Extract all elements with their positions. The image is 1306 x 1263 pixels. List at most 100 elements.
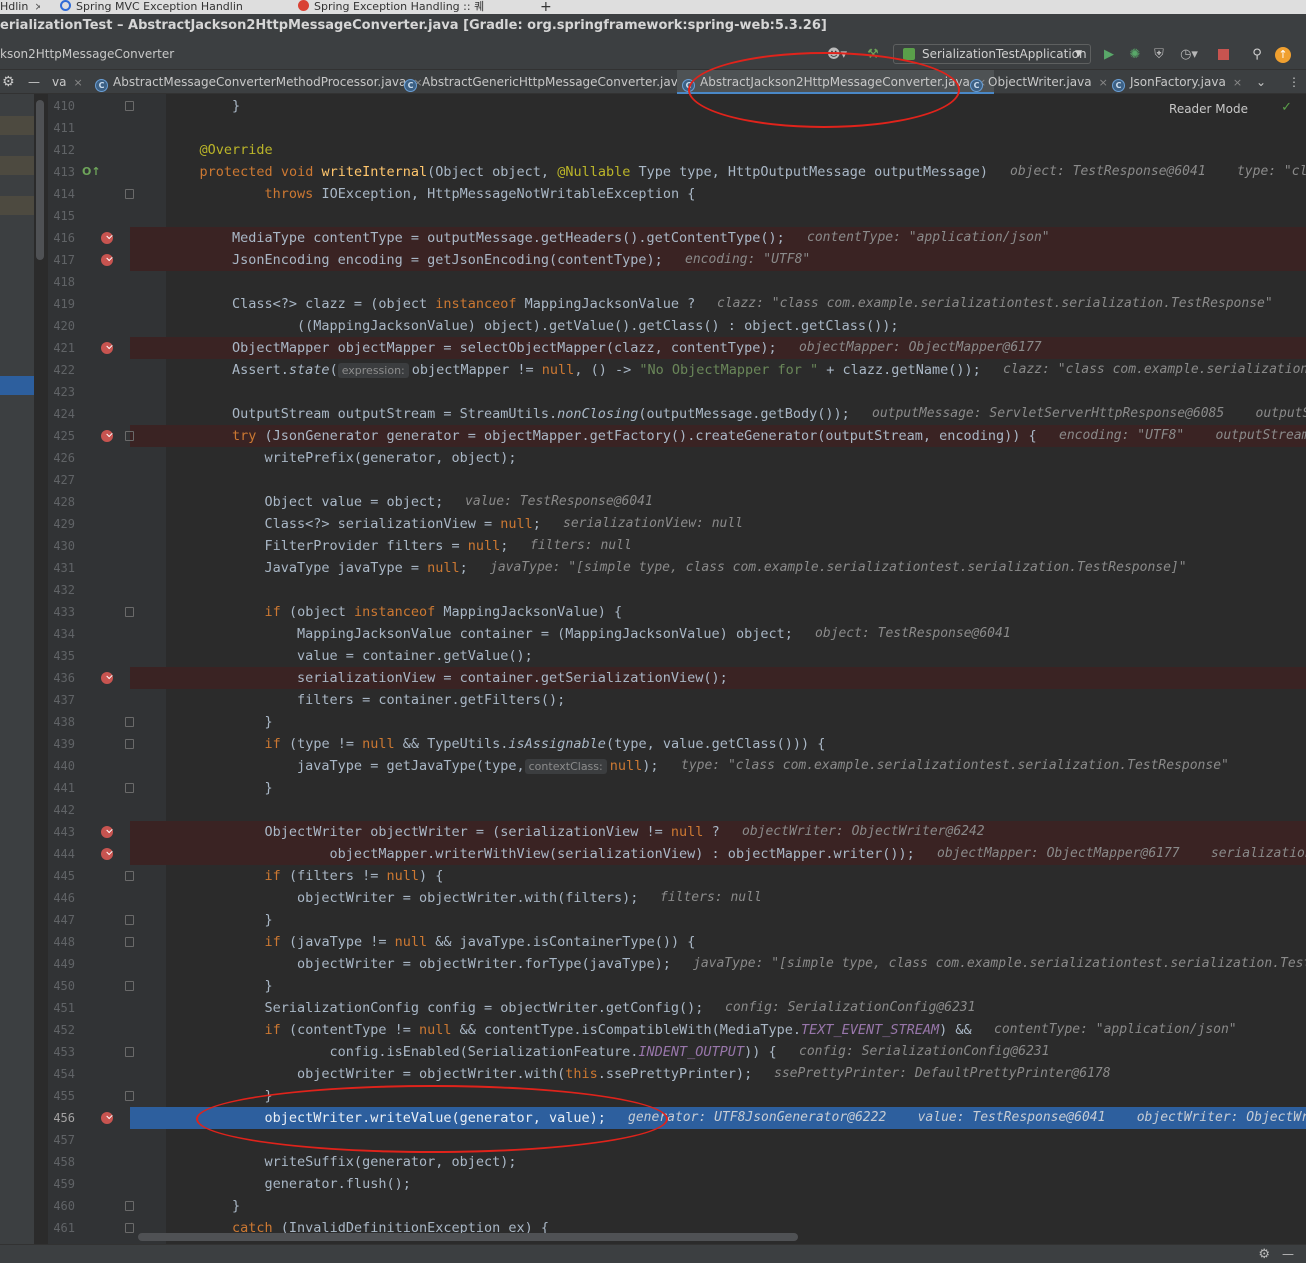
fold-icon[interactable] [125,431,134,441]
fold-icon[interactable] [125,1201,134,1211]
fold-icon[interactable] [125,739,134,749]
line-number[interactable]: 453 [48,1041,75,1063]
code-line[interactable]: 412 @Override [48,139,1306,161]
fold-icon[interactable] [125,937,134,947]
code-line[interactable]: 433 if (object instanceof MappingJackson… [48,601,1306,623]
code-line[interactable]: 434 MappingJacksonValue container = (Map… [48,623,1306,645]
line-number[interactable]: 458 [48,1151,75,1173]
line-number[interactable]: 417 [48,249,75,271]
code-line[interactable]: 458 writeSuffix(generator, object); [48,1151,1306,1173]
line-number[interactable]: 440 [48,755,75,777]
fold-icon[interactable] [125,1091,134,1101]
code-line[interactable]: 431 JavaType javaType = null; javaType: "… [48,557,1306,579]
horizontal-scrollbar[interactable] [138,1233,798,1241]
user-icon[interactable]: ☻▾ [823,46,851,64]
code-line[interactable]: 426 writePrefix(generator, object); [48,447,1306,469]
line-number[interactable]: 454 [48,1063,75,1085]
fold-icon[interactable] [125,981,134,991]
line-number[interactable]: 429 [48,513,75,535]
code-line[interactable]: 414 throws IOException, HttpMessageNotWr… [48,183,1306,205]
line-number[interactable]: 410 [48,95,75,117]
code-line[interactable]: 445 if (filters != null) { [48,865,1306,887]
code-line[interactable]: 427 [48,469,1306,491]
breadcrumb[interactable]: kson2HttpMessageConverter [0,47,174,61]
breakpoint-icon[interactable] [101,254,113,266]
close-icon[interactable]: × [1099,76,1108,89]
code-line[interactable]: 441 } [48,777,1306,799]
code-line[interactable]: 410 } [48,95,1306,117]
line-number[interactable]: 424 [48,403,75,425]
run-icon[interactable]: ▶ [1100,46,1118,64]
line-number[interactable]: 428 [48,491,75,513]
code-line[interactable]: 453 config.isEnabled(SerializationFeatur… [48,1041,1306,1063]
line-number[interactable]: 422 [48,359,75,381]
line-number[interactable]: 420 [48,315,75,337]
line-number[interactable]: 455 [48,1085,75,1107]
override-icon[interactable]: O↑ [82,165,101,178]
line-number[interactable]: 421 [48,337,75,359]
code-line[interactable]: 422 Assert.state(expression: objectMapper… [48,359,1306,381]
code-line[interactable]: 456 objectWriter.writeValue(generator, v… [48,1107,1306,1129]
code-line[interactable]: 454 objectWriter = objectWriter.with(thi… [48,1063,1306,1085]
minimize-icon[interactable]: — [28,70,42,94]
code-line[interactable]: 447 } [48,909,1306,931]
code-line[interactable]: 442 [48,799,1306,821]
code-line[interactable]: 449 objectWriter = objectWriter.forType(… [48,953,1306,975]
code-line[interactable]: 425 try (JsonGenerator generator = objec… [48,425,1306,447]
code-line[interactable]: 428 Object value = object; value: TestRes… [48,491,1306,513]
more-icon[interactable]: ⋮ [1288,70,1300,94]
tab-object-writer[interactable]: C ObjectWriter.java × [970,70,1108,94]
line-number[interactable]: 438 [48,711,75,733]
chevron-down-icon[interactable]: ⌄ [1256,70,1270,94]
browser-tab[interactable]: Hdlin × [0,0,40,14]
tab-json-factory[interactable]: C JsonFactory.java × [1112,70,1242,94]
breakpoint-icon[interactable] [101,826,113,838]
close-icon[interactable]: × [73,76,82,89]
code-line[interactable]: 452 if (contentType != null && contentTy… [48,1019,1306,1041]
code-line[interactable]: 416 MediaType contentType = outputMessag… [48,227,1306,249]
code-line[interactable]: 443 ObjectWriter objectWriter = (seriali… [48,821,1306,843]
new-tab-icon[interactable]: + [540,0,554,14]
breakpoint-icon[interactable] [101,342,113,354]
tab-va[interactable]: va × [52,70,83,94]
code-line[interactable]: 424 OutputStream outputStream = StreamUt… [48,403,1306,425]
code-line[interactable]: 435 value = container.getValue(); [48,645,1306,667]
fold-icon[interactable] [125,871,134,881]
browser-tab[interactable]: Spring MVC Exception Handlin [60,0,290,14]
coverage-icon[interactable]: ⛨ [1150,46,1168,64]
line-number[interactable]: 427 [48,469,75,491]
fold-icon[interactable] [125,1047,134,1057]
line-number[interactable]: 460 [48,1195,75,1217]
code-line[interactable]: 455 } [48,1085,1306,1107]
code-line[interactable]: 451 SerializationConfig config = objectW… [48,997,1306,1019]
breakpoint-icon[interactable] [101,1112,113,1124]
line-number[interactable]: 444 [48,843,75,865]
code-line[interactable]: 438 } [48,711,1306,733]
fold-icon[interactable] [125,783,134,793]
line-number[interactable]: 456 [48,1107,75,1129]
tab-abstract-generic-http-message-converter[interactable]: C AbstractGenericHttpMessageConverter.jav… [404,70,701,94]
line-number[interactable]: 415 [48,205,75,227]
fold-icon[interactable] [125,915,134,925]
breakpoint-icon[interactable] [101,232,113,244]
line-number[interactable]: 413 [48,161,75,183]
fold-icon[interactable] [125,1223,134,1233]
code-line[interactable]: 436 serializationView = container.getSer… [48,667,1306,689]
code-line[interactable]: 415 [48,205,1306,227]
code-line[interactable]: 420 ((MappingJacksonValue) object).getVa… [48,315,1306,337]
stop-icon[interactable] [1214,46,1232,64]
line-number[interactable]: 414 [48,183,75,205]
fold-icon[interactable] [125,607,134,617]
code-line[interactable]: 450 } [48,975,1306,997]
line-number[interactable]: 450 [48,975,75,997]
tab-abstract-jackson2-http-message-converter[interactable]: C AbstractJackson2HttpMessageConverter.ja… [677,70,995,94]
line-number[interactable]: 457 [48,1129,75,1151]
code-line[interactable]: 460 } [48,1195,1306,1217]
line-number[interactable]: 441 [48,777,75,799]
code-line[interactable]: 429 Class<?> serializationView = null; se… [48,513,1306,535]
code-line[interactable]: 459 generator.flush(); [48,1173,1306,1195]
line-number[interactable]: 433 [48,601,75,623]
breakpoint-icon[interactable] [101,672,113,684]
line-number[interactable]: 452 [48,1019,75,1041]
breakpoint-icon[interactable] [101,430,113,442]
